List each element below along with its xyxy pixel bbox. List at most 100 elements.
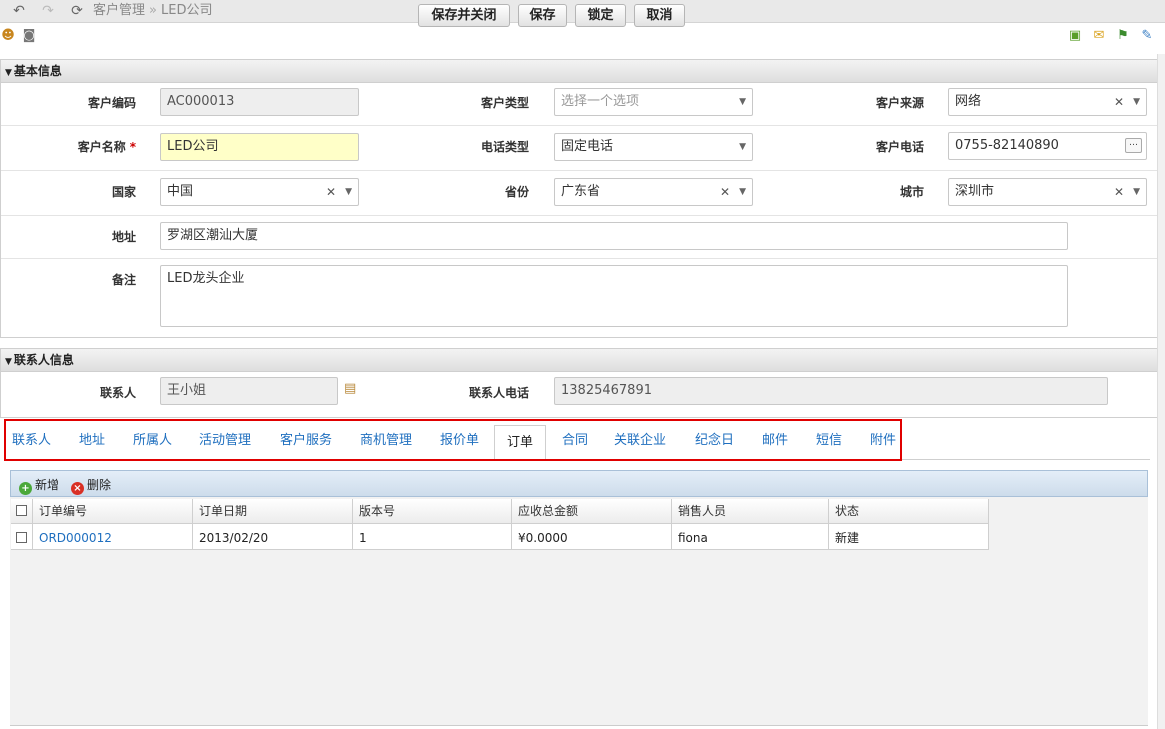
delete-button[interactable]: × 删除 — [71, 477, 111, 495]
customer-code-field: AC000013 — [160, 88, 359, 116]
message-icon[interactable]: ✎ — [1139, 28, 1155, 44]
table-row — [11, 524, 33, 550]
contact-phone-label: 联系人电话 — [468, 386, 529, 400]
version-cell: 1 — [353, 524, 512, 550]
forward-icon[interactable]: ↷ — [39, 0, 57, 23]
header-salesperson[interactable]: 销售人员 — [672, 499, 829, 524]
save-close-button[interactable]: 保存并关闭 — [418, 4, 510, 27]
row-checkbox[interactable] — [16, 532, 27, 543]
clipboard-icon[interactable]: ▤ — [344, 381, 358, 397]
remark-label: 备注 — [111, 273, 136, 287]
country-value: 中国 — [167, 184, 194, 199]
required-mark: * — [129, 140, 136, 154]
chevron-down-icon[interactable]: ▼ — [739, 179, 746, 205]
address-input[interactable]: 罗湖区潮汕大厦 — [160, 222, 1068, 250]
collapse-arrow-icon[interactable]: ▼ — [5, 68, 12, 78]
customer-phone-label: 客户电话 — [875, 140, 924, 154]
province-value: 广东省 — [561, 184, 601, 199]
clear-icon[interactable]: ✕ — [326, 179, 336, 205]
customer-name-label-text: 客户名称 — [77, 140, 126, 154]
country-label: 国家 — [111, 185, 136, 199]
basic-info-title: 基本信息 — [13, 64, 62, 78]
status-cell: 新建 — [829, 524, 989, 550]
phone-type-label: 电话类型 — [480, 140, 529, 154]
header-select-cell — [11, 499, 33, 524]
add-icon: + — [19, 482, 32, 495]
header-order-date[interactable]: 订单日期 — [193, 499, 353, 524]
customer-type-label: 客户类型 — [480, 96, 529, 110]
clear-icon[interactable]: ✕ — [1114, 179, 1124, 205]
breadcrumb: 客户管理 » LED公司 — [93, 0, 212, 22]
customer-source-label: 客户来源 — [875, 96, 924, 110]
phone-type-select[interactable]: 固定电话 ▼ — [554, 133, 753, 161]
user-icon[interactable]: ☻ — [0, 28, 16, 44]
header-order-no[interactable]: 订单编号 — [33, 499, 193, 524]
customer-type-select[interactable]: 选择一个选项 ▼ — [554, 88, 753, 116]
contact-label: 联系人 — [99, 386, 136, 400]
address-label: 地址 — [111, 230, 136, 244]
city-select[interactable]: 深圳市 ✕ ▼ — [948, 178, 1147, 206]
city-value: 深圳市 — [955, 184, 995, 199]
tabs-highlight-box — [4, 419, 902, 461]
mail-icon[interactable]: ✉ — [1091, 28, 1107, 44]
back-icon[interactable]: ↶ — [10, 0, 28, 23]
chevron-down-icon[interactable]: ▼ — [1133, 89, 1140, 115]
customer-source-value: 网络 — [955, 94, 982, 109]
collapse-arrow-icon[interactable]: ▼ — [5, 357, 12, 367]
chevron-down-icon[interactable]: ▼ — [345, 179, 352, 205]
breadcrumb-section[interactable]: 客户管理 — [93, 3, 145, 18]
order-no-link[interactable]: ORD000012 — [39, 531, 112, 545]
camera-icon[interactable]: ◙ — [21, 28, 37, 44]
clear-icon[interactable]: ✕ — [1114, 89, 1124, 115]
chevron-down-icon[interactable]: ▼ — [739, 134, 746, 160]
breadcrumb-separator: » — [149, 3, 157, 18]
salesperson-cell: fiona — [672, 524, 829, 550]
contact-phone-field: 13825467891 — [554, 377, 1108, 405]
contact-phone-value: 13825467891 — [561, 383, 652, 398]
country-select[interactable]: 中国 ✕ ▼ — [160, 178, 359, 206]
customer-phone-value: 0755-82140890 — [955, 138, 1059, 153]
clear-icon[interactable]: ✕ — [720, 179, 730, 205]
address-value: 罗湖区潮汕大厦 — [167, 228, 259, 243]
header-total-amount[interactable]: 应收总金额 — [512, 499, 672, 524]
customer-type-placeholder: 选择一个选项 — [561, 94, 640, 109]
phone-type-value: 固定电话 — [561, 139, 614, 154]
customer-code-value: AC000013 — [167, 94, 235, 109]
order-no-cell: ORD000012 — [33, 524, 193, 550]
header-version[interactable]: 版本号 — [353, 499, 512, 524]
form-toolbar — [0, 23, 1165, 54]
remark-textarea[interactable]: LED龙头企业 — [160, 265, 1068, 327]
add-label: 新增 — [35, 478, 60, 492]
customer-name-label: 客户名称 * — [40, 138, 136, 155]
page-scrollbar[interactable] — [1157, 54, 1165, 729]
province-label: 省份 — [504, 185, 529, 199]
cancel-button[interactable]: 取消 — [634, 4, 685, 27]
total-amount-cell: ¥0.0000 — [512, 524, 672, 550]
refresh-icon[interactable]: ⟳ — [68, 0, 86, 23]
customer-name-input[interactable]: LED公司 — [160, 133, 359, 161]
breadcrumb-current: LED公司 — [160, 3, 213, 18]
customer-source-select[interactable]: 网络 ✕ ▼ — [948, 88, 1147, 116]
lock-button[interactable]: 锁定 — [575, 4, 626, 27]
select-all-checkbox[interactable] — [16, 505, 27, 516]
delete-icon: × — [71, 482, 84, 495]
customer-name-value: LED公司 — [167, 139, 219, 154]
chevron-down-icon[interactable]: ▼ — [739, 89, 746, 115]
contact-value: 王小姐 — [167, 383, 207, 398]
province-select[interactable]: 广东省 ✕ ▼ — [554, 178, 753, 206]
header-status[interactable]: 状态 — [829, 499, 989, 524]
chevron-down-icon[interactable]: ▼ — [1133, 179, 1140, 205]
order-date-cell: 2013/02/20 — [193, 524, 353, 550]
flag-icon[interactable]: ⚑ — [1115, 28, 1131, 44]
contact-info-title: 联系人信息 — [13, 353, 74, 367]
chat-icon[interactable]: ▣ — [1067, 28, 1083, 44]
contact-info-header[interactable]: ▼ 联系人信息 — [1, 349, 1158, 372]
basic-info-header[interactable]: ▼ 基本信息 — [1, 60, 1158, 83]
delete-label: 删除 — [87, 478, 112, 492]
customer-phone-input[interactable]: 0755-82140890 … — [948, 132, 1147, 160]
save-button[interactable]: 保存 — [518, 4, 567, 27]
add-button[interactable]: + 新增 — [19, 477, 59, 495]
city-label: 城市 — [899, 185, 924, 199]
ellipsis-icon[interactable]: … — [1125, 138, 1142, 153]
remark-value: LED龙头企业 — [167, 271, 245, 286]
